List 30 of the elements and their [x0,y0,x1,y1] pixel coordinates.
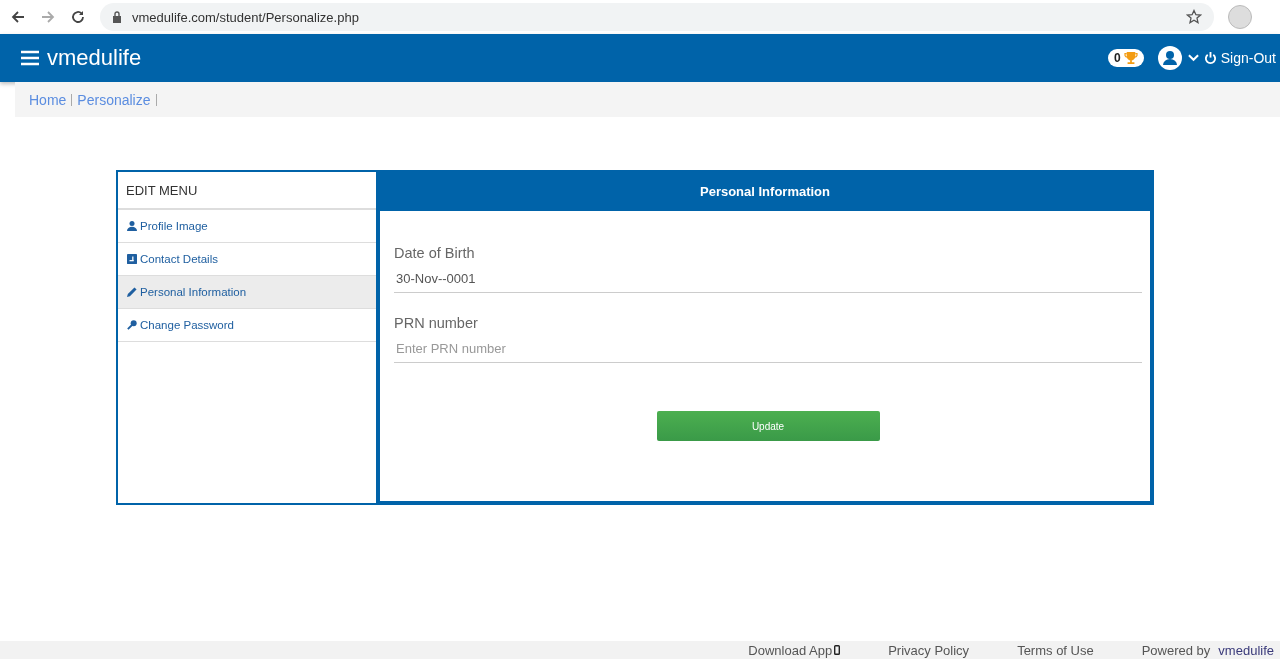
lock-icon [112,11,122,23]
pencil-icon [127,287,137,297]
field-label: Date of Birth [394,245,476,261]
user-icon [127,221,137,231]
address-bar[interactable]: vmedulife.com/student/Personalize.php [100,3,1214,31]
trophy-badge[interactable]: 0 [1108,49,1144,67]
field-label: PRN number [394,315,479,331]
user-avatar-icon[interactable] [1157,46,1182,70]
reload-icon[interactable] [70,9,86,25]
footer-brand-name: vmedulife [1218,642,1274,658]
edit-menu-title: EDIT MENU [118,172,376,210]
brand-name: vmedulife [47,45,142,71]
panel-header: Personal Information [380,172,1150,211]
footer-link[interactable]: Terms of Use [1017,642,1094,658]
chevron-down-icon[interactable] [1187,54,1199,62]
key-icon [127,320,137,330]
powered-by-text: Powered by [1141,642,1211,658]
edit-menu-item[interactable]: Change Password [118,309,376,342]
footer-link[interactable]: Privacy Policy [888,642,970,658]
power-icon [1203,51,1217,65]
star-icon[interactable] [1186,9,1202,25]
trophy-icon [1123,52,1138,64]
edit-menu-item[interactable]: Profile Image [118,210,376,243]
footer-link[interactable]: Download App [748,642,841,658]
sign-out-link[interactable]: Sign-Out [1203,50,1276,66]
back-icon[interactable] [10,9,26,25]
menu-icon[interactable] [21,50,39,66]
edit-menu-item[interactable]: Personal Information [118,276,376,309]
contact-card-icon [127,254,137,264]
phone-icon [834,645,841,655]
